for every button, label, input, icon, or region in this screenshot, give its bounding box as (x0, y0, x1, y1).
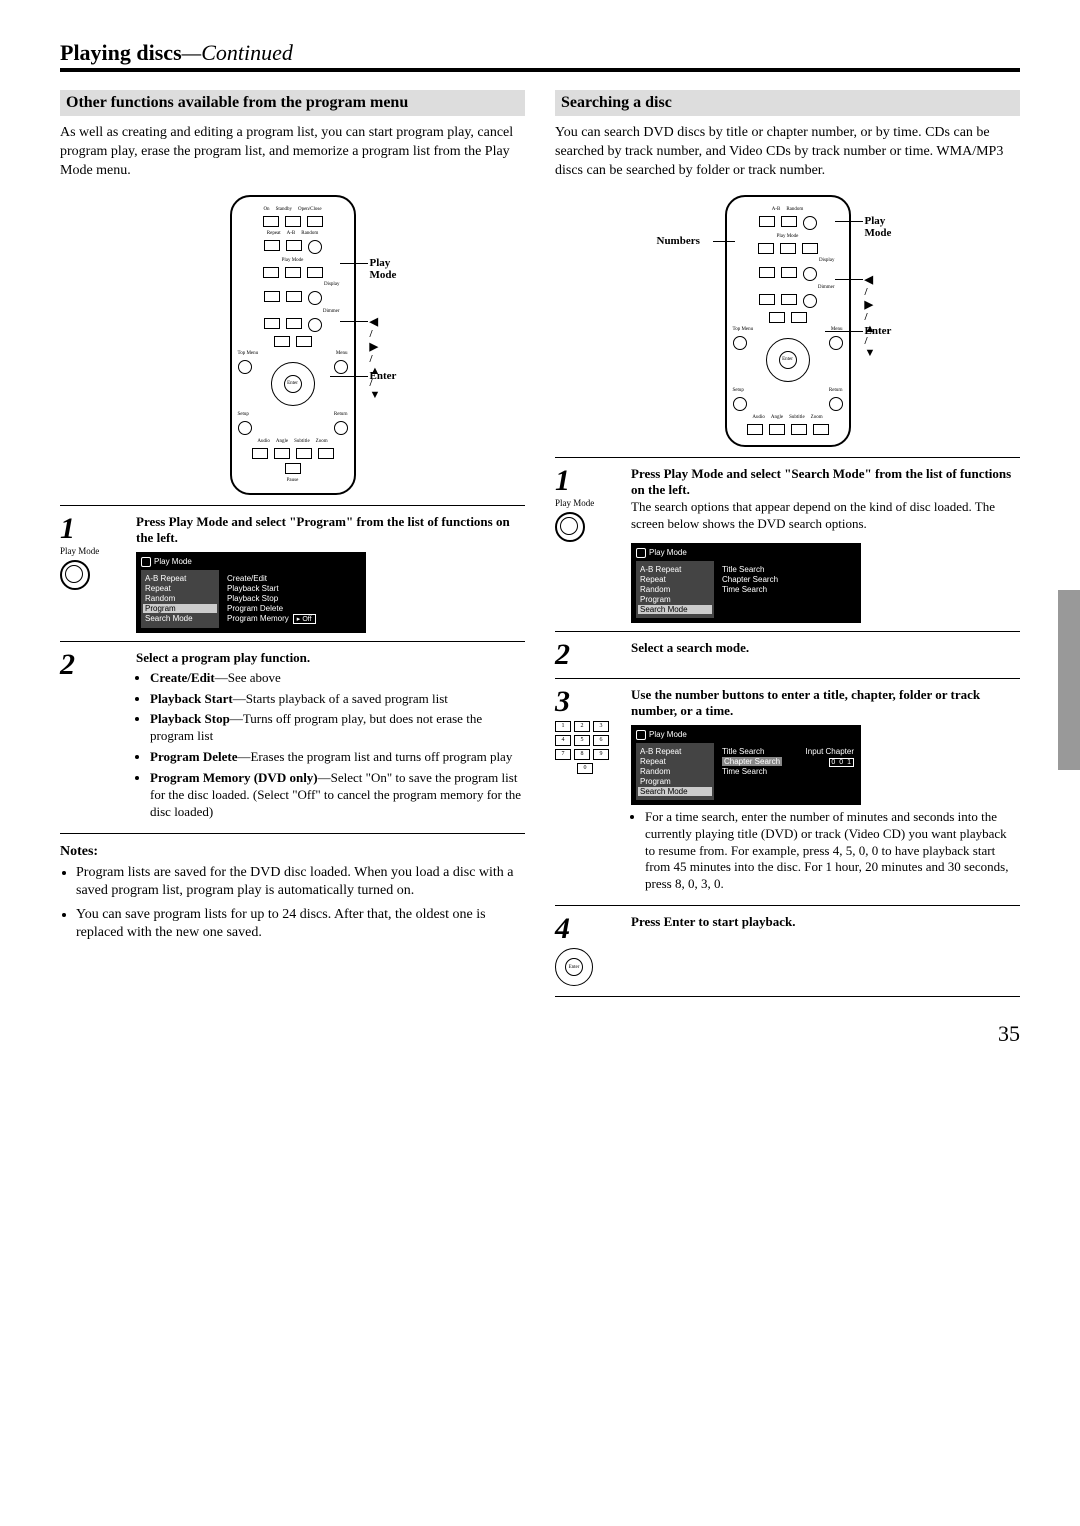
osd-program: Play Mode A-B Repeat Repeat Random Progr… (136, 552, 366, 633)
callout-numbers: Numbers (657, 235, 700, 247)
right-step-4: 4 Enter Press Enter to start playback. (555, 905, 1020, 988)
right-step-2: 2 Select a search mode. (555, 631, 1020, 670)
step-head: Press Play Mode and select "Program" fro… (136, 514, 525, 546)
right-step-3: 3 123 456 789 0 Use the number buttons t… (555, 678, 1020, 897)
left-step-2: 2 Select a program play function. Create… (60, 641, 525, 825)
right-section-head: Searching a disc (555, 90, 1020, 116)
remote-outline: A-BRandom Play Mode Display Dimmer Top M… (725, 195, 851, 447)
notes-list: Program lists are saved for the DVD disc… (60, 864, 525, 943)
side-tab (1058, 590, 1080, 770)
play-mode-icon (636, 548, 646, 558)
press-icon (60, 560, 120, 595)
remote-diagram-right: A-BRandom Play Mode Display Dimmer Top M… (555, 195, 1020, 447)
left-section-head: Other functions available from the progr… (60, 90, 525, 116)
right-intro: You can search DVD discs by title or cha… (555, 124, 1020, 181)
callout-playmode: Play Mode (370, 257, 397, 281)
left-column: Other functions available from the progr… (60, 90, 525, 997)
osd-search-input: Play Mode A-B Repeat Repeat Random Progr… (631, 725, 861, 805)
header-sep: — (182, 40, 202, 65)
header-bold: Playing discs (60, 40, 182, 65)
step-number: 1 (60, 514, 120, 544)
program-functions-list: Create/Edit—See above Playback Start—Sta… (136, 670, 525, 821)
dpad-press-icon: Enter (555, 948, 615, 986)
notes-head: Notes: (60, 844, 525, 860)
callout-arrows: ◀ / ▶ / ▲ / ▼ (370, 315, 381, 401)
right-step-1: 1 Play Mode Press Play Mode and select "… (555, 457, 1020, 623)
step-number: 2 (60, 650, 120, 680)
callout-enter: Enter (865, 325, 892, 337)
page-number: 35 (60, 1021, 1020, 1047)
osd-search: Play Mode A-B Repeat Repeat Random Progr… (631, 543, 861, 623)
callout-arrows: ◀ / ▶ / ▲ / ▼ (865, 273, 876, 359)
left-intro: As well as creating and editing a progra… (60, 124, 525, 181)
remote-outline: OnStandbyOpen/Close RepeatA-BRandom Play… (230, 195, 356, 495)
callout-enter: Enter (370, 370, 397, 382)
header-italic: Continued (201, 40, 293, 65)
right-column: Searching a disc You can search DVD disc… (555, 90, 1020, 997)
numpad-icon: 123 456 789 0 (555, 721, 615, 774)
press-icon (555, 512, 615, 547)
dpad: Enter (271, 362, 315, 406)
remote-diagram-left: OnStandbyOpen/Close RepeatA-BRandom Play… (60, 195, 525, 495)
play-mode-icon (141, 557, 151, 567)
callout-playmode: Play Mode (865, 215, 892, 239)
page-header: Playing discs—Continued (60, 40, 1020, 72)
play-mode-icon (636, 730, 646, 740)
left-step-1: 1 Play Mode Press Play Mode and select "… (60, 505, 525, 633)
